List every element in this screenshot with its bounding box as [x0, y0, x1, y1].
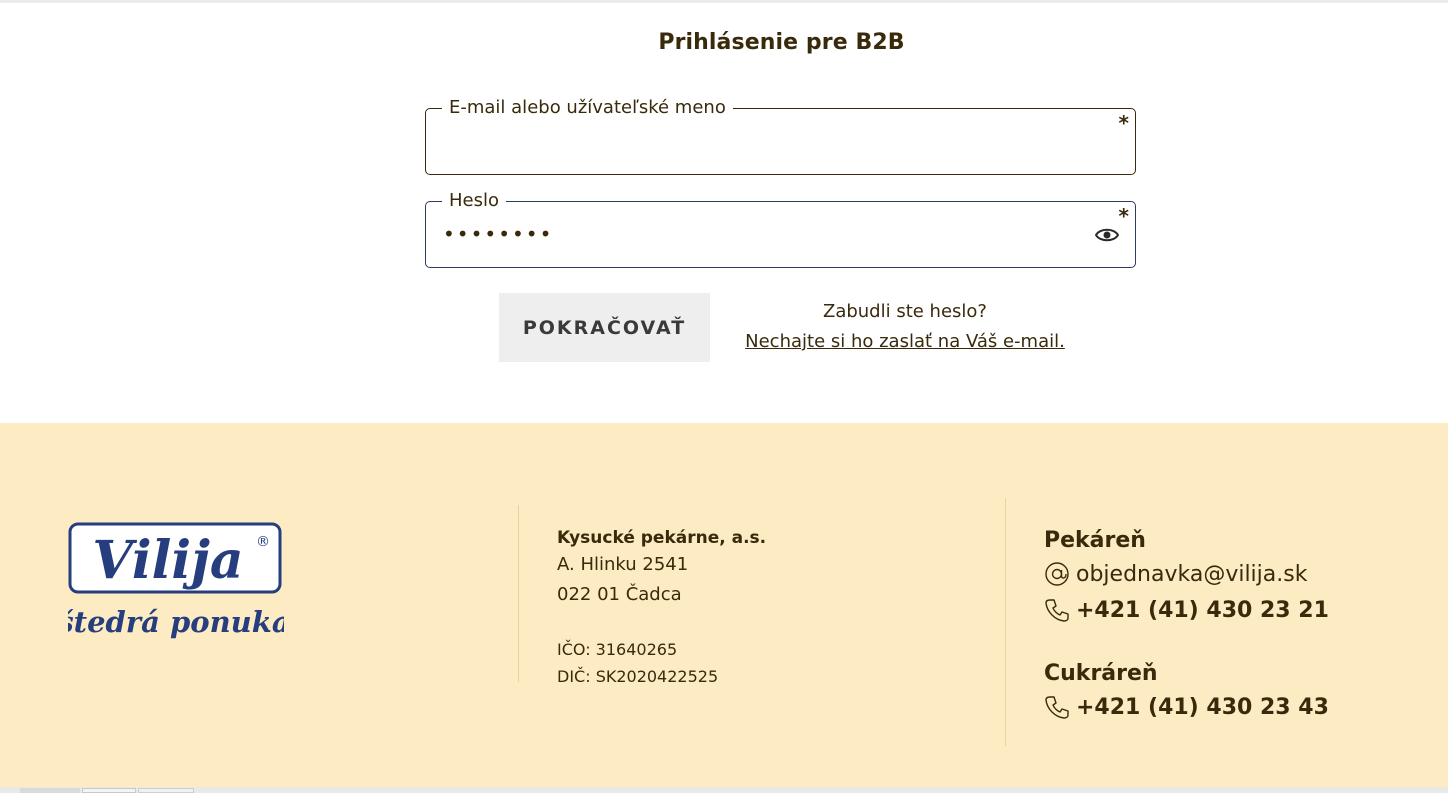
bakery-heading: Pekáreň	[1044, 528, 1146, 553]
bakery-email-link[interactable]: objednavka@vilija.sk	[1076, 562, 1307, 587]
logo-registered: ®	[256, 534, 270, 550]
required-asterisk: *	[1118, 204, 1129, 228]
horizontal-scrollbar[interactable]	[0, 787, 1448, 793]
forgot-password: Zabudli ste heslo? Nechajte si ho zaslať…	[742, 300, 1068, 354]
required-asterisk: *	[1118, 111, 1129, 135]
top-divider	[0, 0, 1448, 3]
email-field[interactable]: E-mail alebo užívateľské meno *	[425, 97, 1136, 175]
logo-tagline: štedrá ponuka	[68, 605, 284, 639]
company-city: 022 01 Čadca	[557, 584, 682, 605]
confectionery-phone-link[interactable]: +421 (41) 430 23 43	[1076, 695, 1329, 720]
page-title: Prihlásenie pre B2B	[658, 30, 905, 55]
forgot-password-question: Zabudli ste heslo?	[822, 301, 987, 322]
footer: Vilija ® štedrá ponuka Kysucké pekárne, …	[0, 423, 1448, 787]
footer-divider	[518, 505, 519, 682]
company-dic: DIČ: SK2020422525	[557, 667, 719, 686]
company-name: Kysucké pekárne, a.s.	[557, 528, 767, 548]
password-field-value[interactable]: ••••••••	[443, 222, 553, 246]
phone-icon	[1045, 696, 1069, 719]
contacts: Pekáreň objednavka@vilija.sk +421 (41) 4…	[1044, 526, 1329, 725]
bakery-phone-row[interactable]: +421 (41) 430 23 21	[1044, 592, 1329, 628]
eye-icon[interactable]	[1095, 226, 1119, 244]
password-field-label: Heslo	[442, 190, 507, 212]
continue-button[interactable]: POKRAČOVAŤ	[499, 293, 710, 362]
logo-brand: Vilija	[92, 530, 243, 591]
password-field[interactable]: Heslo * ••••••••	[425, 190, 1136, 268]
bakery-phone-link[interactable]: +421 (41) 430 23 21	[1076, 598, 1329, 623]
company-ico: IČO: 31640265	[557, 640, 678, 659]
phone-icon	[1045, 599, 1069, 622]
forgot-password-link[interactable]: Nechajte si ho zaslať na Váš e-mail.	[742, 330, 1068, 354]
footer-divider	[1005, 498, 1006, 746]
bakery-email-row[interactable]: objednavka@vilija.sk	[1044, 556, 1329, 592]
email-field-label: E-mail alebo užívateľské meno	[442, 97, 733, 119]
company-street: A. Hlinku 2541	[557, 554, 689, 575]
vilija-logo[interactable]: Vilija ® štedrá ponuka	[68, 522, 284, 642]
confectionery-phone-row[interactable]: +421 (41) 430 23 43	[1044, 689, 1329, 725]
company-info: Kysucké pekárne, a.s. A. Hlinku 2541 022…	[557, 526, 766, 690]
at-sign-icon	[1045, 562, 1069, 586]
confectionery-heading: Cukráreň	[1044, 661, 1158, 686]
